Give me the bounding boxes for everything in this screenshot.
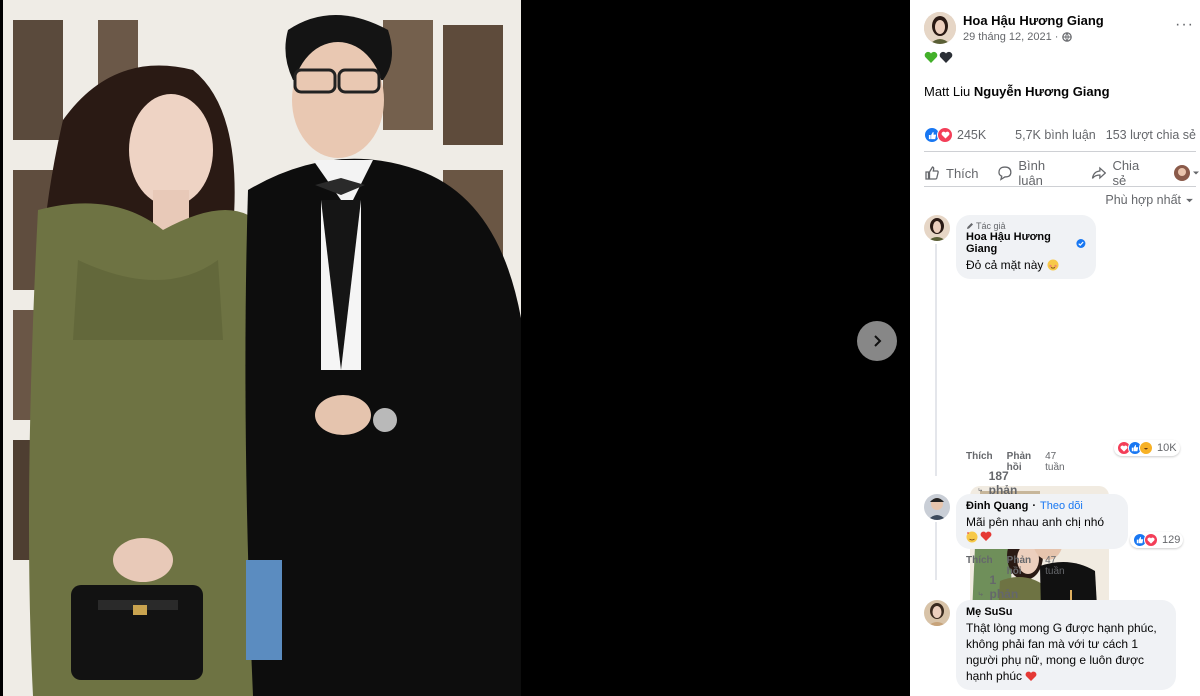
caret-down-icon bbox=[1186, 198, 1193, 202]
author-badge: Tác giả bbox=[966, 221, 1086, 231]
author-badge-text: Tác giả bbox=[976, 221, 1006, 231]
share-icon bbox=[1091, 166, 1106, 180]
comment-line: hạnh phúc bbox=[966, 669, 1023, 683]
reaction-count[interactable]: 245K bbox=[957, 128, 986, 142]
share-button[interactable]: Chia sẻ bbox=[1091, 158, 1156, 188]
post-date-text: 29 tháng 12, 2021 · bbox=[963, 31, 1059, 43]
comment-text: Mãi pên nhau anh chị nhó bbox=[966, 515, 1105, 529]
thread-line bbox=[935, 244, 937, 476]
comment-sort-dropdown[interactable]: Phù hợp nhất bbox=[1105, 193, 1194, 207]
photo-viewer bbox=[0, 0, 910, 696]
comment-bubble: Mẹ SuSu Thật lòng mong G được hạnh phúc,… bbox=[956, 600, 1176, 690]
commenter-avatar[interactable] bbox=[924, 494, 950, 520]
blushing-emoji-icon bbox=[1047, 259, 1059, 271]
post-photo[interactable] bbox=[3, 0, 521, 696]
love-reaction-icon bbox=[1144, 533, 1158, 547]
post-caption: Matt Liu Nguyễn Hương Giang bbox=[924, 84, 1110, 99]
comment-line: không phải fan mà với tư cách 1 bbox=[966, 637, 1138, 651]
photo-post-viewer: Hoa Hậu Hương Giang 29 tháng 12, 2021 · … bbox=[0, 0, 1200, 696]
chevron-right-icon bbox=[874, 335, 882, 347]
commenter-avatar[interactable] bbox=[924, 215, 950, 241]
reaction-icons[interactable] bbox=[924, 127, 953, 143]
post-stats: 245K 5,7K bình luận 153 lượt chia sẻ bbox=[924, 127, 1196, 143]
user-avatar bbox=[1174, 165, 1190, 181]
black-heart-icon bbox=[939, 51, 953, 63]
comment-reaction-count: 129 bbox=[1162, 534, 1181, 546]
post-author-name[interactable]: Hoa Hậu Hương Giang bbox=[963, 13, 1104, 28]
comment-text: Thật lòng mong G được hạnh phúc, không p… bbox=[966, 620, 1166, 684]
comment-bubble: Tác giả Hoa Hậu Hương Giang Đỏ cả mặt nà… bbox=[956, 215, 1096, 279]
comment-reactions[interactable]: 10K bbox=[1114, 440, 1180, 456]
commenter-avatar[interactable] bbox=[924, 600, 950, 626]
green-heart-icon bbox=[924, 51, 938, 63]
tagged-person-link[interactable]: Nguyễn Hương Giang bbox=[974, 84, 1110, 99]
divider bbox=[924, 186, 1196, 187]
red-heart-icon bbox=[1025, 671, 1037, 681]
comment-line: Thật lòng mong G được hạnh phúc, bbox=[966, 621, 1157, 635]
commenter-name[interactable]: Đinh Quang bbox=[966, 500, 1028, 512]
comment-line: người phụ nữ, mong e luôn được bbox=[966, 653, 1144, 667]
commenter-name[interactable]: Mẹ SuSu bbox=[966, 606, 1012, 618]
next-photo-button[interactable] bbox=[857, 321, 897, 361]
pencil-icon bbox=[967, 223, 973, 229]
like-button[interactable]: Thích bbox=[924, 165, 979, 181]
more-options-icon[interactable]: ··· bbox=[1175, 16, 1194, 34]
thread-line bbox=[935, 522, 937, 580]
caption-text: Matt Liu bbox=[924, 84, 971, 99]
sort-label: Phù hợp nhất bbox=[1105, 193, 1181, 207]
comment-reactions[interactable]: 129 bbox=[1130, 532, 1184, 548]
comment-emojis bbox=[966, 531, 1118, 543]
like-button-label: Thích bbox=[946, 165, 979, 181]
divider bbox=[924, 151, 1196, 152]
comment-button-label: Bình luận bbox=[1018, 158, 1046, 188]
caption-emojis bbox=[924, 51, 953, 64]
comment-text: Đỏ cả mặt này bbox=[966, 258, 1044, 272]
share-button-label: Chia sẻ bbox=[1112, 158, 1140, 188]
comment-time[interactable]: 47 tuần bbox=[1045, 451, 1064, 473]
author-avatar[interactable] bbox=[924, 12, 956, 44]
comment-icon bbox=[997, 166, 1011, 181]
smiling-hearts-emoji-icon bbox=[966, 531, 978, 543]
caret-down-icon bbox=[1193, 171, 1199, 175]
post-date[interactable]: 29 tháng 12, 2021 · bbox=[963, 31, 1104, 43]
share-count[interactable]: 153 lượt chia sẻ bbox=[1106, 128, 1196, 142]
post-side-panel: Hoa Hậu Hương Giang 29 tháng 12, 2021 · … bbox=[910, 0, 1200, 696]
thumbs-up-icon bbox=[925, 166, 939, 180]
comment-bubble: Đinh Quang · Theo dõi Mãi pên nhau anh c… bbox=[956, 494, 1128, 549]
react-as-selector[interactable] bbox=[1174, 165, 1200, 181]
love-reaction-icon bbox=[937, 127, 953, 143]
reply-arrow-icon bbox=[978, 591, 983, 596]
red-heart-icon bbox=[980, 531, 992, 541]
verified-badge-icon bbox=[1076, 238, 1086, 248]
haha-reaction-icon bbox=[1139, 441, 1153, 455]
comment-time[interactable]: 47 tuần bbox=[1045, 555, 1064, 577]
comment-reaction-count: 10K bbox=[1157, 442, 1177, 454]
post-actions: Thích Bình luận Chia sẻ bbox=[924, 158, 1200, 188]
commenter-name[interactable]: Hoa Hậu Hương Giang bbox=[966, 231, 1072, 255]
globe-icon bbox=[1062, 32, 1073, 42]
follow-link[interactable]: Theo dõi bbox=[1040, 500, 1083, 512]
post-header: Hoa Hậu Hương Giang 29 tháng 12, 2021 · bbox=[924, 12, 1104, 44]
comment-count[interactable]: 5,7K bình luận bbox=[1015, 128, 1096, 142]
comment-button[interactable]: Bình luận bbox=[997, 158, 1073, 188]
